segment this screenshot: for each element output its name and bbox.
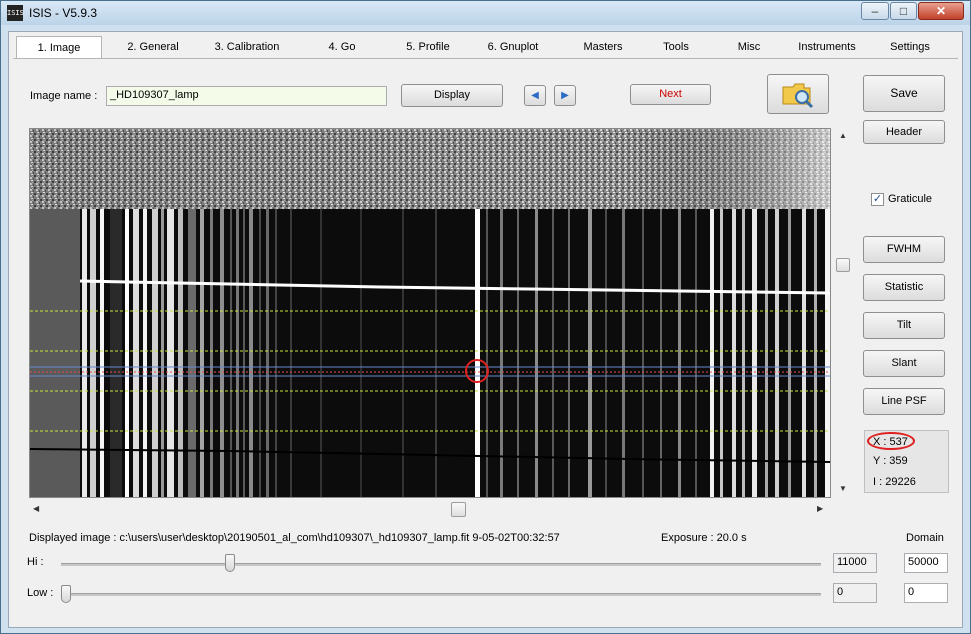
title-bar: ISIS ISIS - V5.9.3 – □ ✕ (1, 1, 970, 25)
graticule-checkbox[interactable]: ✓ (871, 193, 884, 206)
displayed-image-path: Displayed image : c:\users\user\desktop\… (29, 532, 560, 544)
domain-label: Domain (906, 532, 944, 544)
statistic-button[interactable]: Statistic (863, 274, 945, 301)
next-image-arrow-button[interactable]: ▶ (554, 85, 576, 106)
save-button[interactable]: Save (863, 75, 945, 112)
image-name-input[interactable]: _HD109307_lamp (106, 86, 387, 106)
spectrum-image[interactable] (29, 128, 831, 498)
graticule-label: Graticule (888, 193, 933, 205)
scroll-left-icon[interactable]: ◀ (33, 504, 39, 514)
tab-bar: 1. Image 2. General 3. Calibration 4. Go… (13, 36, 958, 59)
minimize-button[interactable]: – (861, 2, 889, 20)
previous-image-button[interactable]: ◀ (524, 85, 546, 106)
tab-general[interactable]: 2. General (113, 38, 193, 57)
app-logo-icon: ISIS (7, 5, 24, 21)
cursor-y-value: Y : 359 (873, 455, 908, 467)
hi-value-field: 11000 (833, 553, 877, 573)
spectrum-image-canvas (30, 129, 830, 497)
line-psf-button[interactable]: Line PSF (863, 388, 945, 415)
image-vertical-scrollbar[interactable]: ▲ ▼ (835, 128, 851, 498)
exposure-label: Exposure : 20.0 s (661, 532, 747, 544)
x-highlight-circle (867, 432, 915, 450)
tab-misc[interactable]: Misc (719, 38, 779, 57)
scroll-right-icon[interactable]: ▶ (817, 504, 823, 514)
tab-masters[interactable]: Masters (563, 38, 643, 57)
hi-domain-input[interactable]: 50000 (904, 553, 948, 573)
tab-tools[interactable]: Tools (653, 38, 699, 57)
hi-slider-thumb[interactable] (225, 554, 235, 572)
next-button[interactable]: Next (630, 84, 711, 105)
low-value-field: 0 (833, 583, 877, 603)
close-button[interactable]: ✕ (918, 2, 964, 20)
tilt-button[interactable]: Tilt (863, 312, 945, 339)
hi-slider-track[interactable] (61, 563, 821, 566)
tab-settings[interactable]: Settings (875, 38, 945, 57)
cursor-intensity-value: I : 29226 (873, 476, 916, 488)
fwhm-button[interactable]: FWHM (863, 236, 945, 263)
low-domain-input[interactable]: 0 (904, 583, 948, 603)
low-slider-track[interactable] (61, 593, 821, 596)
folder-search-icon (782, 83, 814, 109)
tab-gnuplot[interactable]: 6. Gnuplot (473, 38, 553, 57)
tab-instruments[interactable]: Instruments (787, 38, 867, 57)
low-slider-thumb[interactable] (61, 585, 71, 603)
tab-profile[interactable]: 5. Profile (388, 38, 468, 57)
image-name-label: Image name : (30, 90, 98, 102)
display-button[interactable]: Display (401, 84, 503, 107)
tab-go[interactable]: 4. Go (303, 38, 381, 57)
horizontal-scroll-thumb[interactable] (451, 502, 466, 517)
scroll-up-icon[interactable]: ▲ (839, 131, 847, 141)
cursor-readout: X : 537 Y : 359 I : 29226 (864, 430, 949, 493)
hi-label: Hi : (27, 556, 44, 568)
main-panel: 1. Image 2. General 3. Calibration 4. Go… (8, 31, 963, 628)
image-horizontal-scrollbar[interactable]: ◀ ▶ (29, 501, 831, 517)
header-button[interactable]: Header (863, 120, 945, 144)
open-folder-button[interactable] (767, 74, 829, 114)
low-label: Low : (27, 587, 54, 599)
maximize-button[interactable]: □ (890, 2, 917, 20)
slant-button[interactable]: Slant (863, 350, 945, 377)
window-title: ISIS - V5.9.3 (29, 6, 98, 20)
tab-image[interactable]: 1. Image (16, 36, 102, 58)
tab-calibration[interactable]: 3. Calibration (208, 38, 286, 57)
app-window: ISIS ISIS - V5.9.3 – □ ✕ 1. Image 2. Gen… (0, 0, 971, 634)
scroll-down-icon[interactable]: ▼ (839, 484, 847, 494)
vertical-scroll-thumb[interactable] (836, 258, 850, 272)
